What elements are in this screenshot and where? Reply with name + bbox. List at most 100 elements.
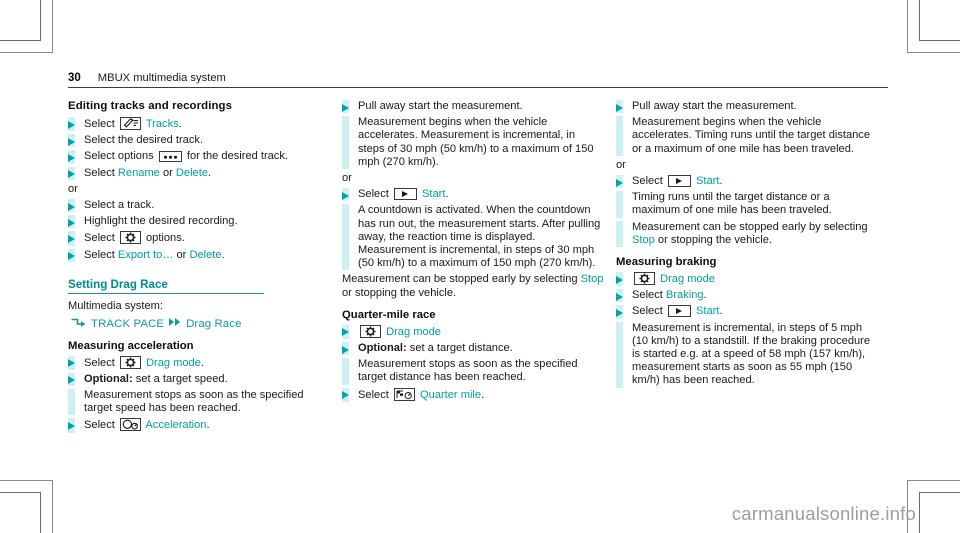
gear-icon[interactable] [119,355,141,369]
step-text: Pull away start the measurement. [632,100,797,112]
instruction-step: Select options for the desired track. [68,150,330,164]
step-rail [616,321,623,388]
options-dots-icon[interactable] [158,151,182,163]
quarter-mile-icon[interactable] [393,387,415,401]
step-rail [616,191,623,218]
instruction-step: Select Quarter mile. [342,387,604,402]
instruction-step: Select Drag mode. [68,355,330,370]
gear-icon[interactable] [360,324,381,338]
menu-link[interactable]: Drag mode [386,326,441,338]
detail-text: Timing runs until the target distance or… [632,191,832,217]
emphasis-label: Optional: [84,372,133,385]
play-icon[interactable] [667,175,691,188]
instruction-detail: Measurement can be stopped early by sele… [616,220,878,248]
section-heading-ruled: Setting Drag Race [68,278,264,295]
section-heading: Editing tracks and recordings [68,100,233,112]
step-arrow-icon [68,248,75,262]
menu-link[interactable]: Start [696,175,719,187]
step-arrow-icon [68,166,75,180]
instruction-step: Select Start. [616,175,878,189]
step-arrow-icon [342,324,349,340]
nav-path-item-1[interactable]: TRACK PACE [91,318,164,330]
step-arrow-icon [616,305,623,319]
page-number: 30 [68,72,81,84]
page-body: Editing tracks and recordings Select Trac… [68,100,890,500]
instruction-step: Select the desired track. [68,134,330,148]
step-rail [616,116,623,156]
menu-navigation-path[interactable]: TRACK PACE Drag Race [70,317,330,331]
menu-link[interactable]: Start [422,188,445,200]
step-arrow-icon [68,372,75,386]
step-text: Select Braking. [632,289,707,302]
alternative-separator: or [616,158,626,171]
step-text: Select Quarter mile. [358,387,485,401]
step-arrow-icon [342,387,349,402]
menu-link[interactable]: Drag mode [660,273,715,285]
tracks-icon[interactable] [119,117,141,130]
step-rail [616,220,623,248]
step-text: Optional: set a target speed. [84,372,228,385]
menu-link[interactable]: Acceleration [145,419,206,431]
paragraph: Multimedia system: [68,300,163,313]
step-text: Select Start. [632,175,723,188]
step-text: Select Rename or Delete. [84,166,212,179]
menu-link[interactable]: Delete [176,167,208,179]
step-text: Select Start. [358,188,449,201]
menu-link[interactable]: Start [696,305,719,317]
menu-link[interactable]: Stop [632,234,655,246]
detail-text: Measurement stops as soon as the specifi… [84,388,304,415]
double-arrow-icon [168,317,182,330]
menu-link[interactable]: Export to… [118,249,174,261]
crop-mark-bottom-left-2 [0,492,41,533]
acceleration-icon[interactable] [119,418,141,432]
play-icon[interactable] [393,188,417,201]
step-arrow-icon [616,175,623,189]
step-rail [342,358,349,385]
gear-icon[interactable] [119,231,141,245]
detail-text: Measurement can be stopped early by sele… [632,220,868,246]
step-text: Pull away start the measurement. [358,100,523,112]
step-arrow-icon [68,199,75,213]
corner-arrow-icon [70,317,87,331]
step-arrow-icon [68,231,75,246]
step-text: Select a track. [84,199,155,212]
step-rail [342,116,349,170]
instruction-detail: Measurement stops as soon as the specifi… [342,358,604,385]
step-arrow-icon [68,418,75,433]
instruction-detail: Measurement stops as soon as the specifi… [68,388,330,416]
detail-text: Measurement is incremental, in steps of … [632,321,871,387]
step-arrow-icon [68,150,75,164]
menu-link[interactable]: Rename [118,167,160,179]
site-watermark: carmanualsonline.info [731,503,916,524]
menu-link[interactable]: Stop [581,273,604,285]
instruction-step: Pull away start the measurement. [616,100,878,114]
nav-path-item-2[interactable]: Drag Race [186,318,241,330]
menu-link[interactable]: Braking [666,289,704,301]
instruction-step: Select Start. [342,188,604,202]
step-text: Select Drag mode. [84,355,204,369]
instruction-step: Drag mode [342,324,604,340]
instruction-step: Drag mode [616,272,878,287]
instruction-detail: Measurement begins when the vehicle acce… [342,116,604,170]
instruction-step: Select Rename or Delete. [68,166,330,180]
menu-link[interactable]: Tracks [146,118,179,130]
instruction-step: Optional: set a target speed. [68,372,330,386]
menu-link[interactable]: Quarter mile [420,389,481,401]
crop-mark-bottom-right-2 [919,492,960,533]
column-1: Editing tracks and recordings Select Trac… [68,100,342,500]
play-icon[interactable] [667,305,691,318]
menu-link[interactable]: Delete [189,249,221,261]
step-text: Select Start. [632,305,723,318]
gear-icon[interactable] [634,272,655,286]
instruction-step: Optional: set a target distance. [342,342,604,356]
step-arrow-icon [68,215,75,229]
step-arrow-icon [616,289,623,303]
step-text: Optional: set a target distance. [358,342,513,355]
menu-link[interactable]: Drag mode [146,357,201,369]
step-text: Drag mode [632,272,878,286]
step-rail [342,204,349,271]
step-arrow-icon [342,342,349,356]
sub-heading: Quarter-mile race [342,308,436,321]
step-text: Select options for the desired track. [84,150,288,163]
step-arrow-icon [616,272,623,287]
